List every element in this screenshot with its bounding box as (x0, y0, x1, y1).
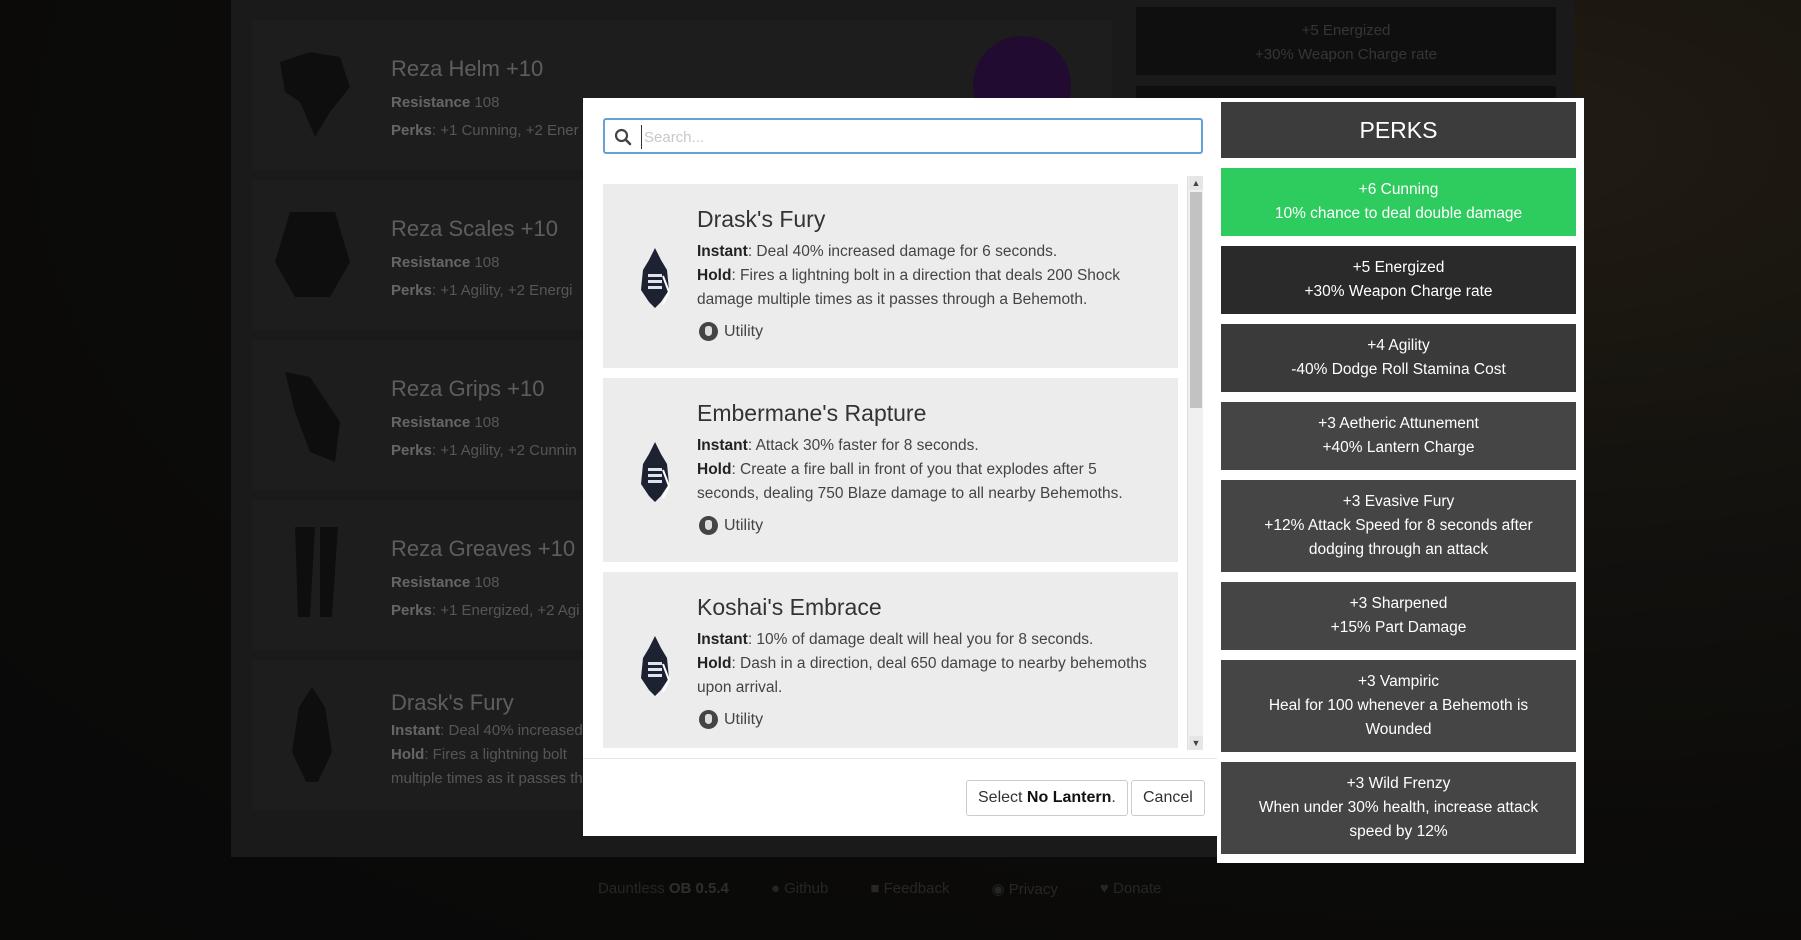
perk-title: +6 Cunning (1358, 181, 1439, 198)
lantern-name: Embermane's Rapture (697, 400, 927, 426)
perk-description: +12% Attack Speed for 8 seconds after do… (1264, 517, 1533, 558)
item-resistance: Resistance 108 (391, 254, 500, 271)
cancel-button[interactable]: Cancel (1131, 780, 1205, 816)
perk-description: When under 30% health, increase attack s… (1258, 799, 1539, 840)
item-perks: Perks: +1 Agility, +2 Energi (391, 282, 573, 299)
perk-item: +3 Wild Frenzy When under 30% health, inc… (1221, 762, 1576, 854)
perk-title: +5 Energized (1352, 259, 1445, 276)
item-perks: Perks: +1 Energized, +2 Agi (391, 602, 580, 619)
utility-icon (699, 710, 718, 729)
lantern-name: Koshai's Embrace (697, 594, 882, 620)
perk-item: +4 Agility -40% Dodge Roll Stamina Cost (1221, 324, 1576, 392)
perk-title: +3 Aetheric Attunement (1318, 415, 1479, 432)
search-icon (614, 128, 632, 146)
lantern-image (292, 687, 332, 782)
item-hold-extra: multiple times as it passes th (391, 770, 583, 787)
perk-description: +40% Lantern Charge (1322, 439, 1475, 456)
perk-title: +3 Evasive Fury (1342, 493, 1455, 510)
perk-description: -40% Dodge Roll Stamina Cost (1291, 361, 1506, 378)
lantern-tag: Utility (699, 710, 763, 729)
footer-link-feedback[interactable]: ■ Feedback (870, 880, 949, 898)
lantern-tag: Utility (699, 516, 763, 535)
search-box (603, 118, 1203, 154)
legs-image (295, 527, 338, 617)
scroll-down-arrow-icon[interactable]: ▼ (1189, 736, 1203, 750)
item-resistance: Resistance 108 (391, 94, 500, 111)
lantern-hold: Hold: Dash in a direction, deal 650 dama… (697, 655, 1147, 696)
lantern-icon (641, 248, 671, 308)
item-name: Reza Greaves +10 (391, 536, 576, 561)
item-name: Reza Scales +10 (391, 216, 558, 241)
utility-icon (699, 322, 718, 341)
perk-item: +6 Cunning 10% chance to deal double dama… (1221, 168, 1576, 236)
lantern-select-modal: Drask's Fury Instant: Deal 40% increased… (583, 98, 1217, 836)
scroll-thumb[interactable] (1190, 192, 1202, 408)
github-icon: ● (770, 880, 780, 897)
perk-item: +3 Sharpened +15% Part Damage (1221, 582, 1576, 650)
perks-panel: PERKS +6 Cunning 10% chance to deal doubl… (1217, 98, 1584, 863)
heart-icon: ♥ (1099, 880, 1109, 897)
perk-description: +15% Part Damage (1330, 619, 1467, 636)
page-footer: Dauntless OB 0.5.4 ● Github ■ Feedback ◉… (598, 880, 1161, 898)
lantern-instant: Instant: 10% of damage dealt will heal y… (697, 631, 1094, 648)
footer-link-github[interactable]: ● Github (771, 880, 828, 898)
footer-link-donate[interactable]: ♥ Donate (1100, 880, 1161, 898)
item-instant: Instant: Deal 40% increased (391, 722, 583, 739)
scroll-up-arrow-icon[interactable]: ▲ (1189, 176, 1203, 190)
item-perks: Perks: +1 Agility, +2 Cunnin (391, 442, 577, 459)
lantern-icon (641, 636, 671, 696)
footer-link-privacy[interactable]: ◉ Privacy (991, 880, 1057, 898)
lantern-icon (641, 442, 671, 502)
lantern-list-scrollbar[interactable]: ▲ ▼ (1187, 176, 1203, 750)
item-name: Drask's Fury (391, 690, 514, 715)
perk-title: +4 Agility (1367, 337, 1430, 354)
lantern-option-drasks-fury[interactable]: Drask's Fury Instant: Deal 40% increased… (603, 184, 1178, 368)
lantern-option-embermanes-rapture[interactable]: Embermane's Rapture Instant: Attack 30% … (603, 378, 1178, 562)
perks-heading: PERKS (1221, 102, 1576, 158)
item-name: Reza Grips +10 (391, 376, 545, 401)
perk-item: +3 Evasive Fury +12% Attack Speed for 8 s… (1221, 480, 1576, 572)
utility-icon (699, 516, 718, 535)
item-name: Reza Helm +10 (391, 56, 544, 81)
perk-item: +3 Aetheric Attunement +40% Lantern Charg… (1221, 402, 1576, 470)
lantern-tag: Utility (699, 322, 763, 341)
perk-item: +3 Vampiric Heal for 100 whenever a Behem… (1221, 660, 1576, 752)
perk-title: +3 Wild Frenzy (1346, 775, 1451, 792)
search-input[interactable] (641, 125, 1191, 149)
perk-description: 10% chance to deal double damage (1274, 205, 1523, 222)
perk-description: +30% Weapon Charge rate (1304, 283, 1493, 300)
lantern-hold: Hold: Create a fire ball in front of you… (697, 461, 1123, 502)
eye-icon: ◉ (991, 881, 1005, 898)
perk-title: +3 Sharpened (1349, 595, 1448, 612)
perk-title: +3 Vampiric (1357, 673, 1440, 690)
lantern-instant: Instant: Deal 40% increased damage for 6… (697, 243, 1058, 260)
lantern-name: Drask's Fury (697, 206, 826, 232)
chest-image (275, 212, 350, 297)
item-resistance: Resistance 108 (391, 414, 500, 431)
modal-footer: Select No Lantern. Cancel (583, 758, 1217, 836)
comment-icon: ■ (870, 880, 880, 897)
item-perks: Perks: +1 Cunning, +2 Ener (391, 122, 579, 139)
item-hold: Hold: Fires a lightning bolt (391, 746, 567, 763)
select-no-lantern-button[interactable]: Select No Lantern. (966, 780, 1128, 816)
lantern-option-koshais-embrace[interactable]: Koshai's Embrace Instant: 10% of damage … (603, 572, 1178, 748)
lantern-instant: Instant: Attack 30% faster for 8 seconds… (697, 437, 979, 454)
helm-image (280, 52, 350, 137)
bg-perk-item: +5 Energized +30% Weapon Charge rate (1136, 7, 1556, 75)
perk-item: +5 Energized +30% Weapon Charge rate (1221, 246, 1576, 314)
lantern-hold: Hold: Fires a lightning bolt in a direct… (697, 267, 1121, 308)
lantern-list: Drask's Fury Instant: Deal 40% increased… (603, 176, 1195, 748)
perk-description: Heal for 100 whenever a Behemoth is Woun… (1268, 697, 1529, 738)
item-resistance: Resistance 108 (391, 574, 500, 591)
footer-brand: Dauntless OB 0.5.4 (598, 880, 729, 897)
gloves-image (285, 372, 340, 462)
